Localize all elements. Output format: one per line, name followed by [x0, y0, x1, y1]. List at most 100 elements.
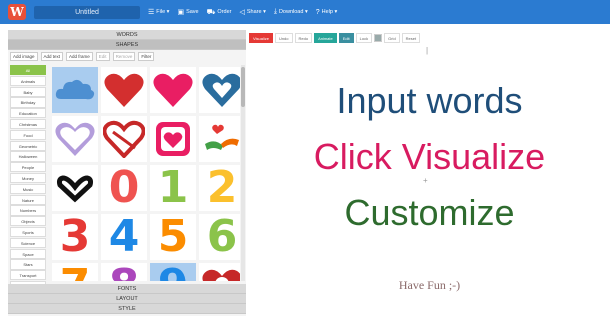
number-0-shape: 0 — [108, 162, 140, 213]
category-item[interactable]: Transport — [10, 270, 46, 281]
category-item[interactable]: Geometric — [10, 140, 46, 151]
menu-item-4[interactable]: ⤓ Download ▾ — [274, 8, 308, 16]
heart-arrow-icon — [103, 120, 145, 158]
shape-heart-outline-purple[interactable] — [52, 116, 98, 162]
shape-toolbar-button-5[interactable]: Filter — [138, 52, 155, 61]
category-item[interactable]: Stars — [10, 259, 46, 270]
main-menu: ☰ File ▾ ▣ Save ⛟ Order ◁ Share ▾ ⤓ Download ▾ ? He… — [148, 0, 337, 24]
shape-grid-scrollbar[interactable] — [241, 65, 245, 281]
color-swatch[interactable] — [374, 33, 383, 42]
category-item[interactable]: Halloween — [10, 151, 46, 162]
category-item[interactable]: Science — [10, 237, 46, 249]
left-panel: WORDS SHAPES Add image Add text Add frame E… — [8, 30, 246, 316]
lock-button[interactable]: Lock — [355, 32, 373, 43]
heart-outline-icon — [55, 122, 95, 156]
menu-item-label: Share ▾ — [246, 9, 266, 15]
shape-cloud[interactable] — [52, 67, 98, 113]
shape-number-3[interactable]: 3 — [52, 214, 98, 260]
shape-toolbar-button-4[interactable]: Remove — [112, 52, 136, 61]
redo-button[interactable]: Redo — [294, 32, 313, 43]
category-item[interactable]: Food — [10, 129, 46, 141]
canvas-text-line1[interactable]: Input words — [249, 80, 610, 122]
category-item[interactable]: Space — [10, 248, 46, 259]
section-style[interactable]: STYLE — [8, 304, 246, 314]
document-title-field[interactable]: Untitled — [34, 6, 140, 19]
visualize-button[interactable]: Visualize — [249, 32, 273, 43]
canvas-toolbar: Visualize Undo Redo Animate Edit Lock Gr… — [249, 32, 421, 43]
shape-heart-globe[interactable] — [199, 263, 240, 281]
shape-heart-pink[interactable] — [150, 67, 196, 113]
category-item[interactable]: Sports — [10, 226, 46, 238]
canvas-panel: Visualize Undo Redo Animate Edit Lock Gr… — [249, 30, 610, 316]
category-item[interactable]: All — [10, 65, 46, 76]
shape-toolbar: Add image Add text Add frame Edit Remove Filt… — [8, 50, 246, 63]
app-logo[interactable]: W — [8, 4, 26, 20]
category-item[interactable]: Money — [10, 172, 46, 184]
download-icon: ⤓ — [273, 8, 277, 15]
menu-item-5[interactable]: ? Help ▾ — [316, 9, 338, 16]
number-2-shape: 2 — [206, 162, 238, 213]
shape-toolbar-button-2[interactable]: Add frame — [66, 52, 93, 61]
menu-item-1[interactable]: ▣ Save — [177, 8, 198, 16]
number-7-shape: 7 — [60, 263, 91, 282]
canvas-tick-top: | — [426, 46, 429, 55]
menu-item-3[interactable]: ◁ Share ▾ — [239, 8, 265, 16]
category-item[interactable]: Music — [10, 183, 46, 195]
heart-red-icon — [104, 73, 144, 107]
category-item[interactable]: Animals — [10, 75, 46, 87]
shape-number-4[interactable]: 4 — [101, 214, 147, 260]
shape-heart-framed[interactable] — [150, 116, 196, 162]
section-words[interactable]: WORDS — [8, 30, 246, 40]
number-3-shape: 3 — [59, 211, 91, 262]
shape-toolbar-button-0[interactable]: Add image — [10, 52, 38, 61]
category-item[interactable]: Objects — [10, 216, 46, 227]
category-item[interactable]: People — [10, 162, 46, 173]
shape-number-7[interactable]: 7 — [52, 263, 98, 281]
reset-button[interactable]: Reset — [401, 32, 421, 43]
heart-square-icon — [156, 122, 190, 156]
shape-hands-heart[interactable] — [199, 116, 240, 162]
shape-number-1[interactable]: 1 — [150, 165, 196, 211]
shape-number-0[interactable]: 0 — [101, 165, 147, 211]
file-icon: ☰ — [148, 9, 155, 16]
top-bar: W Untitled ☰ File ▾ ▣ Save ⛟ Order ◁ Share ▾ ⤓ Do… — [0, 0, 610, 24]
canvas-text-line3[interactable]: Customize — [249, 192, 610, 234]
cloud-shape-icon — [55, 79, 95, 100]
menu-item-label: Download ▾ — [278, 9, 308, 15]
shape-number-5[interactable]: 5 — [150, 214, 196, 260]
category-list: All Animals Baby Birthday Education Christmas… — [10, 65, 46, 303]
canvas-text-line2[interactable]: Click Visualize — [249, 136, 610, 178]
heart-globe-icon — [202, 269, 240, 281]
grid-button[interactable]: Grid — [384, 32, 400, 43]
menu-item-0[interactable]: ☰ File ▾ — [148, 8, 169, 16]
shape-number-9[interactable]: 9 — [150, 263, 196, 281]
edit-button[interactable]: Edit — [338, 32, 354, 43]
undo-button[interactable]: Undo — [274, 32, 293, 43]
canvas-text-line4[interactable]: Have Fun ;-) — [249, 278, 610, 293]
shape-number-8[interactable]: 8 — [101, 263, 147, 281]
number-4-shape: 4 — [108, 211, 140, 262]
shape-toolbar-button-3[interactable]: Edit — [95, 52, 110, 61]
category-item[interactable]: Christmas — [10, 118, 46, 130]
shape-toolbar-button-1[interactable]: Add text — [40, 52, 64, 61]
shape-number-6[interactable]: 6 — [199, 214, 240, 260]
scrollbar-thumb[interactable] — [241, 67, 245, 107]
shape-number-2[interactable]: 2 — [199, 165, 240, 211]
section-fonts[interactable]: FONTS — [8, 284, 246, 294]
category-item[interactable]: Baby — [10, 86, 46, 97]
menu-item-label: Help ▾ — [321, 9, 338, 15]
hands-heart-icon — [205, 124, 239, 150]
category-item[interactable]: Education — [10, 108, 46, 119]
menu-item-label: Save — [186, 9, 199, 15]
section-layout[interactable]: LAYOUT — [8, 294, 246, 304]
category-item[interactable]: Birthday — [10, 97, 46, 108]
shape-hands-heart-black[interactable] — [52, 165, 98, 211]
shape-heart-arrow[interactable] — [101, 116, 147, 162]
category-item[interactable]: Nature — [10, 194, 46, 205]
category-item[interactable]: Numbers — [10, 205, 46, 216]
shape-heart-red[interactable] — [101, 67, 147, 113]
section-shapes[interactable]: SHAPES — [8, 40, 246, 50]
shape-heart-blue[interactable] — [199, 67, 240, 113]
animate-button[interactable]: Animate — [314, 32, 337, 43]
menu-item-2[interactable]: ⛟ Order — [207, 8, 232, 17]
